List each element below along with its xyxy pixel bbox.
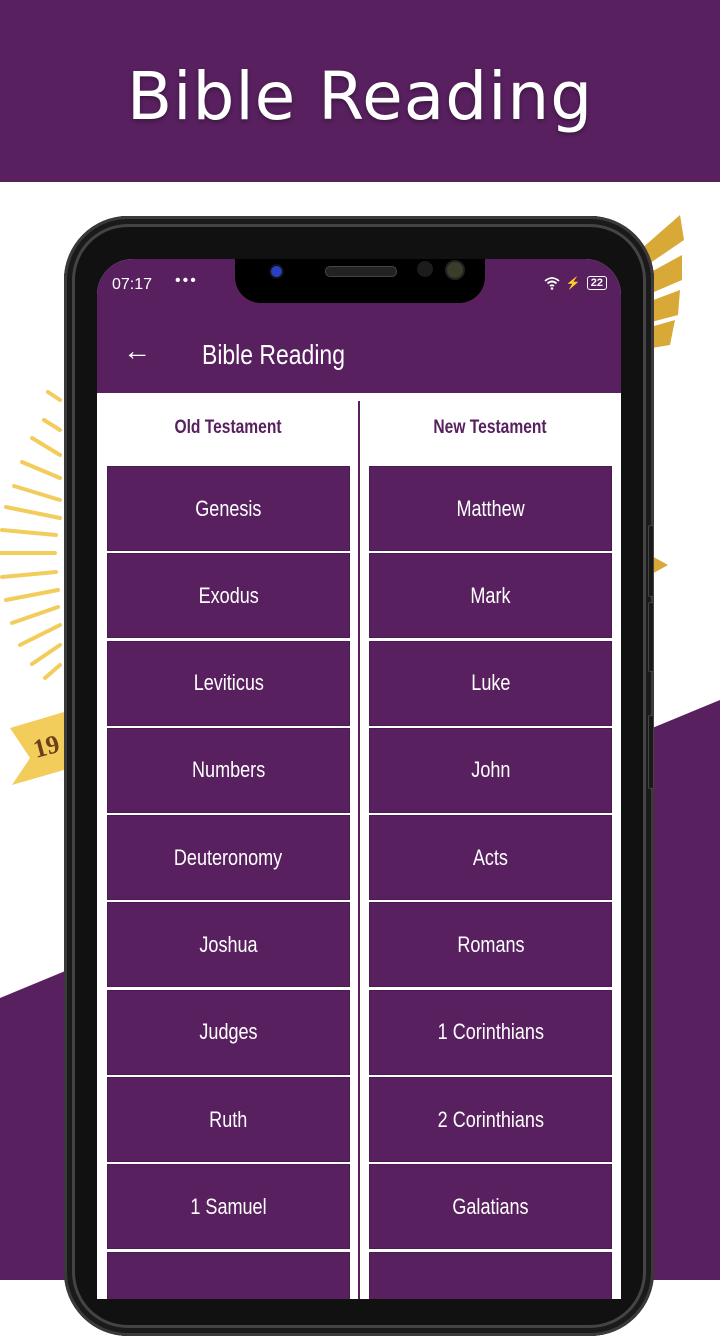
book-button-new[interactable]: John xyxy=(369,727,612,813)
book-label: 1 Samuel xyxy=(190,1193,267,1219)
old-testament-header: Old Testament xyxy=(174,417,282,438)
book-label: Ruth xyxy=(209,1106,248,1132)
book-button-new[interactable]: Acts xyxy=(369,815,612,901)
power-button xyxy=(648,715,654,789)
book-button-old[interactable]: Joshua xyxy=(107,902,350,988)
volume-up-button xyxy=(648,525,654,597)
book-button-new[interactable]: Romans xyxy=(369,902,612,988)
wifi-icon xyxy=(544,276,560,290)
book-button-new[interactable] xyxy=(369,1251,612,1299)
book-label: Joshua xyxy=(199,931,258,957)
battery-level: 22 xyxy=(586,276,607,290)
book-label: Acts xyxy=(472,844,509,870)
book-label: Galatians xyxy=(452,1193,529,1219)
sunburst-rays xyxy=(0,390,62,680)
banner-title: Bible Reading xyxy=(126,58,594,135)
book-button-old[interactable]: Genesis xyxy=(107,466,350,551)
old-testament-list[interactable]: Genesis Exodus Leviticus Numbers Deuteronomy… xyxy=(107,466,350,1299)
book-label: 2 Corinthians xyxy=(437,1106,544,1132)
testament-lists: Old Testament New Testament Genesis Exodu… xyxy=(97,393,621,1299)
book-button-new[interactable]: 2 Corinthians xyxy=(369,1077,612,1163)
status-time: 07:17 xyxy=(112,276,153,293)
camera-notch xyxy=(235,259,485,303)
book-label: Mark xyxy=(470,582,511,608)
earpiece-speaker xyxy=(325,266,397,277)
back-arrow-icon[interactable]: ← xyxy=(123,337,151,365)
book-label: Leviticus xyxy=(193,670,264,696)
book-button-new[interactable]: 1 Corinthians xyxy=(369,989,612,1075)
app-bar-title: Bible Reading xyxy=(202,339,345,370)
phone-screen: 07:17 ••• ⚡ 22 ← Bible Reading Old Testa… xyxy=(97,259,621,1299)
book-button-new[interactable]: Matthew xyxy=(369,466,612,551)
book-button-new[interactable]: Galatians xyxy=(369,1164,612,1250)
notification-dots-icon: ••• xyxy=(175,272,198,289)
charging-icon: ⚡ xyxy=(565,276,581,290)
book-button-old[interactable]: Leviticus xyxy=(107,640,350,726)
book-label: Luke xyxy=(470,670,511,696)
sensor-icon xyxy=(445,260,465,280)
new-testament-header: New Testament xyxy=(433,417,547,438)
book-button-old[interactable]: 1 Samuel xyxy=(107,1164,350,1250)
book-button-old[interactable]: Judges xyxy=(107,989,350,1075)
column-divider xyxy=(358,401,360,1299)
book-button-new[interactable]: Luke xyxy=(369,640,612,726)
new-testament-list[interactable]: Matthew Mark Luke John Acts Romans 1 Corinthia… xyxy=(369,466,612,1299)
book-label: Deuteronomy xyxy=(174,844,283,870)
sensor-icon xyxy=(417,261,433,277)
status-icons: ⚡ 22 xyxy=(544,276,607,290)
book-label: Matthew xyxy=(456,495,525,521)
book-label: Numbers xyxy=(191,757,266,783)
app-bar: 07:17 ••• ⚡ 22 ← Bible Reading xyxy=(97,259,621,393)
book-button-old[interactable] xyxy=(107,1251,350,1299)
book-label: Genesis xyxy=(195,495,262,521)
book-label: 1 Corinthians xyxy=(437,1019,544,1045)
book-button-old[interactable]: Deuteronomy xyxy=(107,815,350,901)
front-camera-icon xyxy=(269,264,284,279)
promo-banner: Bible Reading xyxy=(0,0,720,182)
book-button-old[interactable]: Exodus xyxy=(107,553,350,639)
book-label: Exodus xyxy=(198,582,259,608)
book-button-old[interactable]: Numbers xyxy=(107,727,350,813)
book-button-new[interactable]: Mark xyxy=(369,553,612,639)
volume-down-button xyxy=(648,602,654,672)
book-label: John xyxy=(470,757,511,783)
book-label: Romans xyxy=(456,931,525,957)
book-button-old[interactable]: Ruth xyxy=(107,1077,350,1163)
book-label: Judges xyxy=(199,1019,258,1045)
